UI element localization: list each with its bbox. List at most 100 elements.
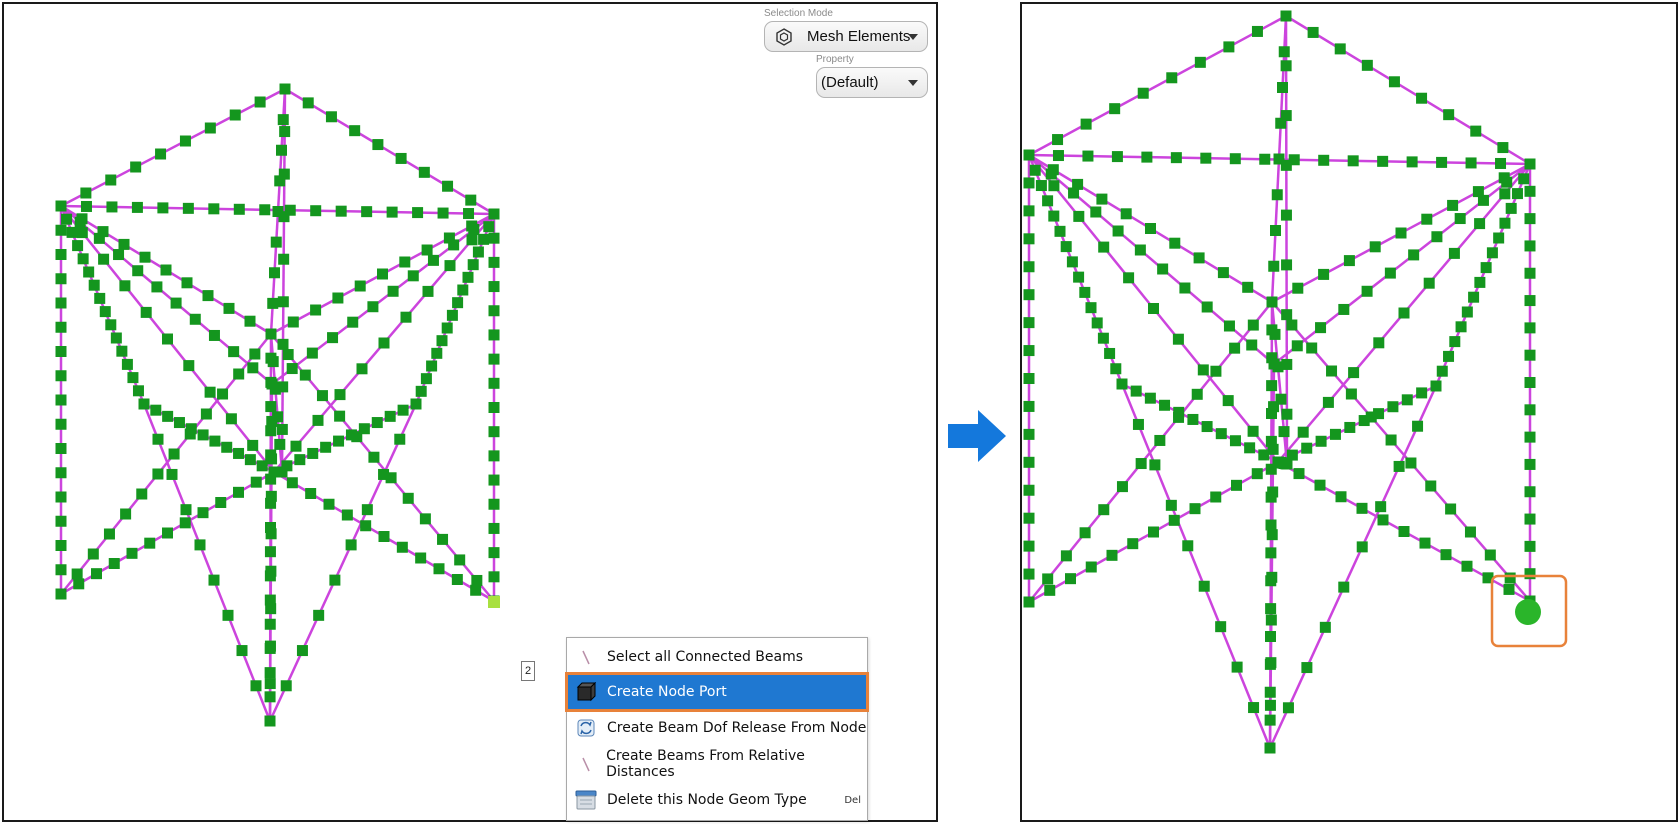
mesh-node[interactable] xyxy=(74,216,86,228)
mesh-node[interactable] xyxy=(345,539,357,551)
mesh-node[interactable] xyxy=(1266,529,1278,541)
beam[interactable] xyxy=(1285,14,1531,166)
mesh-node[interactable] xyxy=(1377,155,1389,167)
mesh-node[interactable] xyxy=(312,414,324,426)
mesh-node[interactable] xyxy=(266,453,278,465)
mesh-node[interactable] xyxy=(488,329,500,341)
mesh-node[interactable] xyxy=(1281,408,1293,420)
mesh-node[interactable] xyxy=(1377,514,1389,526)
mesh-node[interactable] xyxy=(1210,491,1222,503)
mesh-node[interactable] xyxy=(1097,332,1109,344)
mesh-node[interactable] xyxy=(1301,662,1313,674)
mesh-node[interactable] xyxy=(1408,249,1420,261)
mesh-node[interactable] xyxy=(249,348,261,360)
mesh-node[interactable] xyxy=(152,433,164,445)
mesh-node[interactable] xyxy=(451,574,463,585)
mesh-node[interactable] xyxy=(55,273,67,285)
mesh-node[interactable] xyxy=(488,281,500,293)
mesh-node[interactable] xyxy=(335,205,347,217)
mesh-node[interactable] xyxy=(80,200,92,212)
mesh-node[interactable] xyxy=(162,527,173,539)
mesh-node[interactable] xyxy=(1023,345,1035,357)
mesh-node[interactable] xyxy=(437,533,449,545)
mesh-node[interactable] xyxy=(1104,347,1116,359)
mesh-node[interactable] xyxy=(160,264,172,276)
mesh-node[interactable] xyxy=(1524,377,1536,388)
mesh-node[interactable] xyxy=(1023,233,1035,245)
mesh-node[interactable] xyxy=(233,203,245,215)
mesh-node[interactable] xyxy=(1524,322,1536,334)
mesh-node[interactable] xyxy=(265,328,277,340)
mesh-node[interactable] xyxy=(1338,581,1350,593)
mesh-node[interactable] xyxy=(1079,527,1091,539)
mesh-node[interactable] xyxy=(1045,168,1057,180)
mesh-node[interactable] xyxy=(1200,152,1212,164)
mesh-node[interactable] xyxy=(310,304,322,316)
mesh-node[interactable] xyxy=(1096,193,1108,205)
mesh-node[interactable] xyxy=(282,349,294,361)
mesh-node[interactable] xyxy=(1215,621,1227,633)
mesh-node[interactable] xyxy=(80,187,92,199)
mesh-node[interactable] xyxy=(1477,194,1489,206)
mesh-node[interactable] xyxy=(302,97,314,109)
mesh-node[interactable] xyxy=(1266,380,1278,392)
mesh-node[interactable] xyxy=(250,476,262,488)
mesh-node[interactable] xyxy=(55,588,67,600)
mesh-node[interactable] xyxy=(1416,92,1428,104)
mesh-node[interactable] xyxy=(488,474,500,486)
mesh-node[interactable] xyxy=(1524,486,1536,498)
mesh-node[interactable] xyxy=(1187,413,1199,425)
mesh-node[interactable] xyxy=(1443,109,1455,121)
mesh-node[interactable] xyxy=(1194,56,1206,68)
mesh-node[interactable] xyxy=(127,372,139,384)
mesh-node[interactable] xyxy=(1229,342,1241,354)
mesh-node[interactable] xyxy=(1080,118,1092,130)
mesh-node[interactable] xyxy=(433,563,445,575)
mesh-node[interactable] xyxy=(166,468,178,480)
mesh-node[interactable] xyxy=(1123,272,1135,284)
mesh-node[interactable] xyxy=(66,226,78,238)
mesh-node[interactable] xyxy=(1468,291,1480,303)
mesh-node[interactable] xyxy=(1448,247,1460,259)
mesh-node[interactable] xyxy=(1493,232,1505,244)
mesh-node[interactable] xyxy=(265,528,277,540)
mesh-node[interactable] xyxy=(1023,568,1035,580)
mesh-node[interactable] xyxy=(325,111,337,123)
mesh-node[interactable] xyxy=(208,329,220,341)
mesh-node[interactable] xyxy=(179,135,191,147)
mesh-node[interactable] xyxy=(1201,421,1213,433)
mesh-node[interactable] xyxy=(372,139,384,151)
mesh-node[interactable] xyxy=(394,433,406,445)
mesh-node[interactable] xyxy=(272,206,284,217)
mesh-node[interactable] xyxy=(1111,151,1123,163)
mesh-node[interactable] xyxy=(1301,442,1313,454)
mesh-node[interactable] xyxy=(55,443,67,454)
mesh-node[interactable] xyxy=(202,290,214,302)
mesh-node[interactable] xyxy=(329,574,341,586)
mesh-node[interactable] xyxy=(55,224,67,236)
mesh-node[interactable] xyxy=(1173,406,1185,418)
mesh-node[interactable] xyxy=(1495,157,1507,169)
mesh-node[interactable] xyxy=(72,240,84,252)
mesh-node[interactable] xyxy=(131,201,143,213)
mesh-node[interactable] xyxy=(132,265,144,277)
mesh-node[interactable] xyxy=(294,454,306,466)
mesh-node[interactable] xyxy=(1384,267,1396,279)
mesh-node[interactable] xyxy=(299,369,311,381)
mesh-node[interactable] xyxy=(1524,158,1536,170)
mesh-node[interactable] xyxy=(1268,401,1280,413)
mesh-node[interactable] xyxy=(77,253,89,265)
mesh-node[interactable] xyxy=(323,498,335,510)
mesh-node[interactable] xyxy=(334,389,346,401)
mesh-node[interactable] xyxy=(55,491,67,503)
mesh-node[interactable] xyxy=(1524,349,1536,361)
mesh-node[interactable] xyxy=(1273,153,1285,165)
mesh-node[interactable] xyxy=(1215,428,1227,440)
mesh-node[interactable] xyxy=(1145,223,1156,234)
mesh-node[interactable] xyxy=(217,388,229,400)
mesh-node[interactable] xyxy=(1524,185,1536,197)
mesh-node[interactable] xyxy=(415,552,427,564)
mesh-node[interactable] xyxy=(452,297,464,309)
mesh-node[interactable] xyxy=(1264,699,1276,711)
mesh-node[interactable] xyxy=(1315,322,1327,334)
